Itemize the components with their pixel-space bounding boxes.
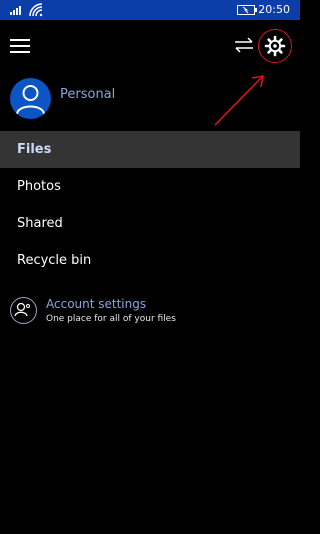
nav-item-files[interactable]: Files <box>0 131 300 168</box>
status-bar: 20:50 <box>0 0 300 20</box>
nav-menu: Files Photos Shared Recycle bin <box>0 131 300 279</box>
status-time: 20:50 <box>258 3 290 16</box>
account-settings-icon <box>10 297 37 324</box>
app-header <box>0 20 300 126</box>
profile-name: Personal <box>60 87 116 102</box>
signal-icon <box>10 6 21 15</box>
account-settings-title: Account settings <box>46 297 147 311</box>
account-settings-item[interactable]: Account settings One place for all of yo… <box>0 295 300 331</box>
nav-item-recycle-bin[interactable]: Recycle bin <box>0 242 300 279</box>
battery-icon <box>237 5 257 15</box>
wifi-icon <box>29 3 43 17</box>
person-icon <box>16 85 45 115</box>
nav-item-shared[interactable]: Shared <box>0 205 300 242</box>
nav-item-photos[interactable]: Photos <box>0 168 300 205</box>
account-settings-subtitle: One place for all of your files <box>46 314 176 324</box>
sync-icon[interactable] <box>234 36 254 54</box>
menu-icon[interactable] <box>10 39 30 53</box>
avatar <box>10 78 51 119</box>
annotation-circle <box>258 29 292 63</box>
account-switcher[interactable]: Personal <box>0 78 300 122</box>
